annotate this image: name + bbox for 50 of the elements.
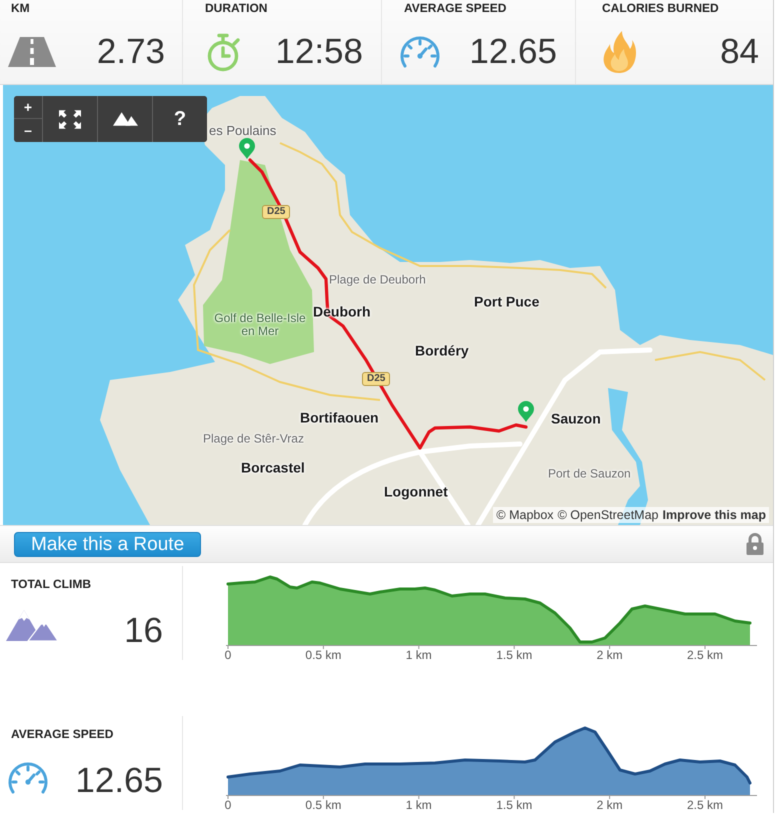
place-label: Bordéry bbox=[415, 343, 469, 359]
place-label: es Poulains bbox=[209, 124, 276, 138]
stat-label: AVERAGE SPEED bbox=[404, 1, 506, 15]
map-pin-icon bbox=[239, 138, 255, 159]
place-label: Plage de Deuborh bbox=[329, 273, 426, 287]
place-label: Port Puce bbox=[474, 294, 540, 310]
axis-tick-label: 1.5 km bbox=[496, 648, 532, 662]
axis-tick-label: 0.5 km bbox=[305, 798, 342, 812]
axis-tick-label: 2 km bbox=[596, 648, 623, 662]
axis-tick-label: 0.5 km bbox=[305, 648, 342, 662]
place-label: Sauzon bbox=[551, 411, 601, 427]
stat-label: CALORIES BURNED bbox=[602, 1, 719, 15]
attribution-link[interactable]: © Mapbox bbox=[496, 508, 554, 522]
stat-value: 12.65 bbox=[75, 763, 163, 798]
stat-value: 12.65 bbox=[469, 34, 557, 69]
speedometer-icon bbox=[6, 760, 50, 794]
zoom-in-button[interactable]: + bbox=[14, 96, 42, 119]
road-icon bbox=[8, 36, 56, 66]
axis-tick-label: 1.5 km bbox=[496, 798, 532, 812]
flame-icon bbox=[602, 30, 636, 72]
stat-label: KM bbox=[11, 1, 30, 15]
stat-label: AVERAGE SPEED bbox=[11, 727, 114, 741]
attribution-link[interactable]: © OpenStreetMap bbox=[558, 508, 658, 522]
axis-tick-label: 1 km bbox=[406, 648, 432, 662]
stat-value: 16 bbox=[124, 613, 163, 648]
place-label: Bortifaouen bbox=[300, 410, 379, 426]
mountain-icon bbox=[112, 112, 138, 126]
place-label: Plage de Stêr-Vraz bbox=[203, 432, 304, 446]
axis-tick-label: 0 bbox=[224, 798, 232, 812]
stat-label: DURATION bbox=[205, 1, 268, 15]
axis-tick-label: 2.5 km bbox=[687, 798, 723, 812]
stat-label: TOTAL CLIMB bbox=[11, 577, 91, 591]
axis-tick-label: 2.5 km bbox=[687, 648, 723, 662]
place-label: Borcastel bbox=[241, 460, 305, 476]
place-label: Golf de Belle-Isle en Mer bbox=[213, 312, 307, 338]
axis-tick-label: 1 km bbox=[406, 798, 432, 812]
map-pin-icon bbox=[518, 401, 534, 422]
axis-tick-label: 0 bbox=[224, 648, 232, 662]
road-number-sign: D25 bbox=[262, 205, 290, 219]
fullscreen-icon bbox=[59, 110, 81, 128]
place-label: Logonnet bbox=[384, 484, 448, 500]
road-number-sign: D25 bbox=[362, 372, 390, 386]
place-label: Port de Sauzon bbox=[548, 467, 631, 481]
axis-tick-label: 2 km bbox=[596, 798, 623, 812]
improve-map-link[interactable]: Improve this map bbox=[662, 508, 766, 522]
stat-value: 2.73 bbox=[96, 34, 165, 69]
stat-value: 84 bbox=[720, 34, 759, 69]
speedometer-icon bbox=[398, 34, 442, 68]
stat-value: 12:58 bbox=[275, 34, 363, 69]
help-button[interactable]: ? bbox=[152, 96, 207, 142]
